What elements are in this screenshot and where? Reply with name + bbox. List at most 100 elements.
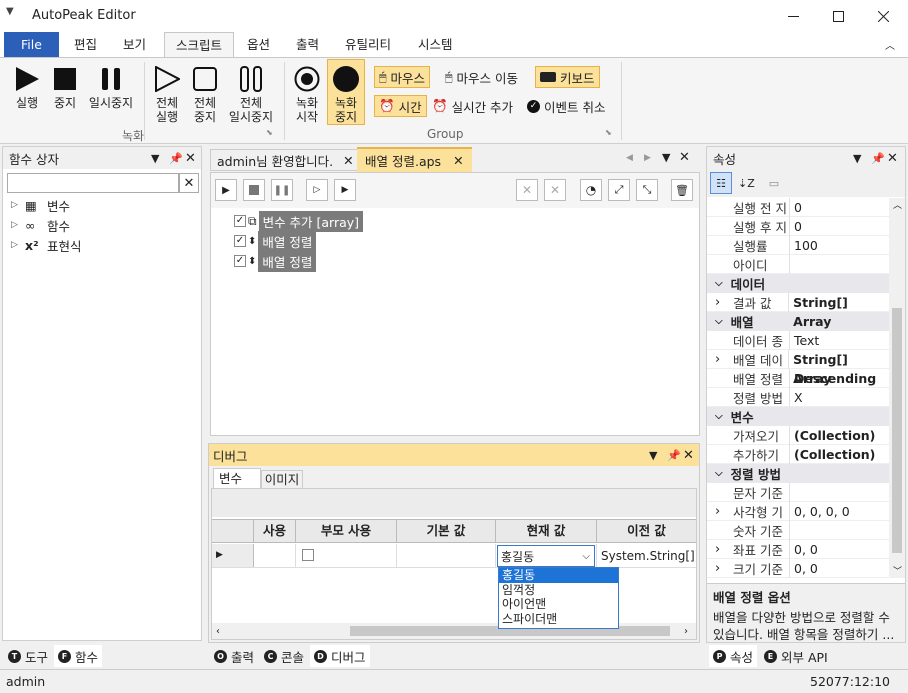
script-node[interactable]: ✓ ⬍ 배열 정렬 <box>234 230 363 252</box>
step-into-button[interactable]: ▶ <box>334 179 356 201</box>
property-category[interactable]: ⌵ 변수 <box>707 407 889 426</box>
cell-use[interactable] <box>254 544 296 567</box>
close-icon[interactable]: ✕ <box>679 150 690 165</box>
property-row[interactable]: 실행 전 지0 <box>707 198 889 217</box>
dropdown-option[interactable]: 홍길동 <box>499 568 618 583</box>
property-value[interactable]: X <box>789 387 803 407</box>
property-row[interactable]: 문자 기준 <box>707 482 889 502</box>
close-icon[interactable]: ✕ <box>683 448 694 463</box>
bottom-tab-properties[interactable]: P 속성 <box>709 645 758 667</box>
cell-current-value[interactable]: 홍길동 ⌵ <box>496 544 597 567</box>
bottom-tab-debug[interactable]: D 디버그 <box>310 645 370 667</box>
scroll-down-icon[interactable]: ﹀ <box>893 564 902 577</box>
col-current-value[interactable]: 현재 값 <box>496 520 597 542</box>
pause-all-button[interactable]: 전체 일시중지 <box>226 64 276 124</box>
bottom-tab-external-api[interactable]: E 외부 API <box>760 645 832 667</box>
collapse-ribbon-icon[interactable]: ︿ <box>885 37 895 52</box>
minimize-button[interactable] <box>770 0 816 32</box>
stop-button[interactable]: 중지 <box>50 64 80 110</box>
checkbox-checked[interactable]: ✓ <box>234 255 246 267</box>
tab-script[interactable]: 스크립트 <box>164 32 235 58</box>
bottom-tab-console[interactable]: C 콘솔 <box>260 645 308 667</box>
tab-utility[interactable]: 유틸리티 <box>334 32 402 57</box>
property-row[interactable]: 정렬 방법 X <box>707 387 889 407</box>
checkbox-checked[interactable]: ✓ <box>234 215 246 227</box>
step-play-button[interactable]: ▷ <box>306 179 328 201</box>
dropdown-option[interactable]: 아이언맨 <box>499 597 618 612</box>
expand-chevron-icon[interactable]: › <box>715 295 720 310</box>
property-value[interactable]: Text <box>789 330 819 350</box>
doc-tab-array-sort[interactable]: 배열 정렬.aps ✕ <box>357 147 472 172</box>
stop-all-button[interactable]: 전체 중지 <box>188 64 222 124</box>
checkbox-unchecked[interactable] <box>302 549 314 561</box>
collapse-chevron-icon[interactable]: ⌵ <box>715 468 723 479</box>
keyboard-toggle[interactable]: 키보드 <box>535 66 600 88</box>
expand-button[interactable]: ⤢ <box>608 179 630 201</box>
close-icon[interactable]: ✕ <box>185 151 196 166</box>
property-value[interactable]: String[] Array <box>788 292 889 329</box>
close-icon[interactable]: ✕ <box>887 151 898 166</box>
property-value[interactable]: 0 <box>789 216 802 236</box>
col-parent-use[interactable]: 부모 사용 <box>296 520 397 542</box>
tab-file[interactable]: File <box>4 32 59 57</box>
delete-button[interactable]: ✕ <box>516 179 538 201</box>
pin-icon[interactable]: 📌 <box>667 449 681 462</box>
dropdown-option[interactable]: 임꺽정 <box>499 583 618 598</box>
property-value[interactable]: 0 <box>789 198 802 217</box>
property-value[interactable]: 0, 0, 0, 0 <box>789 501 850 521</box>
property-value[interactable]: (Collection) <box>789 444 875 464</box>
run-button[interactable]: 실행 <box>10 64 44 110</box>
property-value[interactable] <box>789 520 794 540</box>
property-row[interactable]: 데이터 종 Text <box>707 330 889 350</box>
current-value-select[interactable]: 홍길동 ⌵ <box>497 545 595 567</box>
chevron-down-icon[interactable]: ⌵ <box>582 551 594 562</box>
tab-options[interactable]: 옵션 <box>236 32 281 57</box>
bottom-tab-output[interactable]: O 출력 <box>210 645 258 667</box>
tab-edit[interactable]: 편집 <box>63 32 108 57</box>
run-all-button[interactable]: 전체 실행 <box>150 64 184 124</box>
clear-search-button[interactable]: ✕ <box>179 173 199 193</box>
script-node[interactable]: ✓ ⧉ 변수 추가 [array] <box>234 210 364 232</box>
cell-previous-value[interactable]: System.String[] <box>597 544 696 567</box>
collapse-chevron-icon[interactable]: ⌵ <box>715 278 723 289</box>
dropdown-option[interactable]: 스파이더맨 <box>499 612 618 627</box>
col-default-value[interactable]: 기본 값 <box>397 520 496 542</box>
checkbox-checked[interactable]: ✓ <box>234 235 246 247</box>
property-value[interactable]: 100 <box>789 235 818 255</box>
event-cancel-toggle[interactable]: ✓ 이벤트 취소 <box>523 95 609 117</box>
group-dialog-launcher-icon[interactable]: ⬊ <box>266 128 273 137</box>
property-value[interactable]: String[] Array <box>788 349 889 386</box>
tab-output[interactable]: 출력 <box>285 32 330 57</box>
property-value[interactable]: (Collection) <box>789 425 875 445</box>
tab-system[interactable]: 시스템 <box>407 32 464 57</box>
dropdown-icon[interactable]: ▼ <box>649 449 657 462</box>
close-icon[interactable]: ✕ <box>343 153 353 168</box>
script-node[interactable]: ✓ ⬍ 배열 정렬 <box>234 250 363 272</box>
collapse-chevron-icon[interactable]: ⌵ <box>715 411 723 422</box>
trash-button[interactable]: 🗑 <box>671 179 693 201</box>
delete-all-button[interactable]: ✕ <box>544 179 566 201</box>
bottom-tab-tools[interactable]: T 도구 <box>4 645 52 667</box>
property-row[interactable]: 추가하기 (Collection) <box>707 444 889 464</box>
property-value[interactable] <box>789 482 794 502</box>
col-use[interactable]: 사용 <box>254 520 296 542</box>
expand-chevron-icon[interactable]: › <box>715 561 720 576</box>
table-row[interactable]: ▶ 홍길동 ⌵ System.String[] <box>212 544 696 568</box>
property-row[interactable]: 숫자 기준 <box>707 520 889 540</box>
scroll-left-icon[interactable]: ◀ <box>626 153 633 163</box>
property-row[interactable]: › 사각형 기 0, 0, 0, 0 <box>707 501 889 521</box>
property-value[interactable] <box>789 254 794 274</box>
expand-chevron-icon[interactable]: › <box>715 542 720 557</box>
debug-tab-variables[interactable]: 변수 <box>213 468 261 488</box>
dropdown-icon[interactable]: ▼ <box>853 152 861 165</box>
tab-view[interactable]: 보기 <box>112 32 157 57</box>
tree-item-functions[interactable]: ▷ ∞ 함수 <box>11 215 82 235</box>
realtime-add-toggle[interactable]: ⏰ 실시간 추가 <box>428 95 517 117</box>
debug-tab-image[interactable]: 이미지 <box>261 470 303 488</box>
function-search-input[interactable] <box>7 173 179 193</box>
quick-access-icon[interactable]: ▼ <box>6 6 14 17</box>
property-row[interactable]: 가져오기 (Collection) <box>707 425 889 445</box>
scroll-right-icon[interactable]: ▶ <box>644 153 651 163</box>
close-button[interactable] <box>860 0 906 32</box>
property-value[interactable]: 0, 0 <box>789 558 818 578</box>
